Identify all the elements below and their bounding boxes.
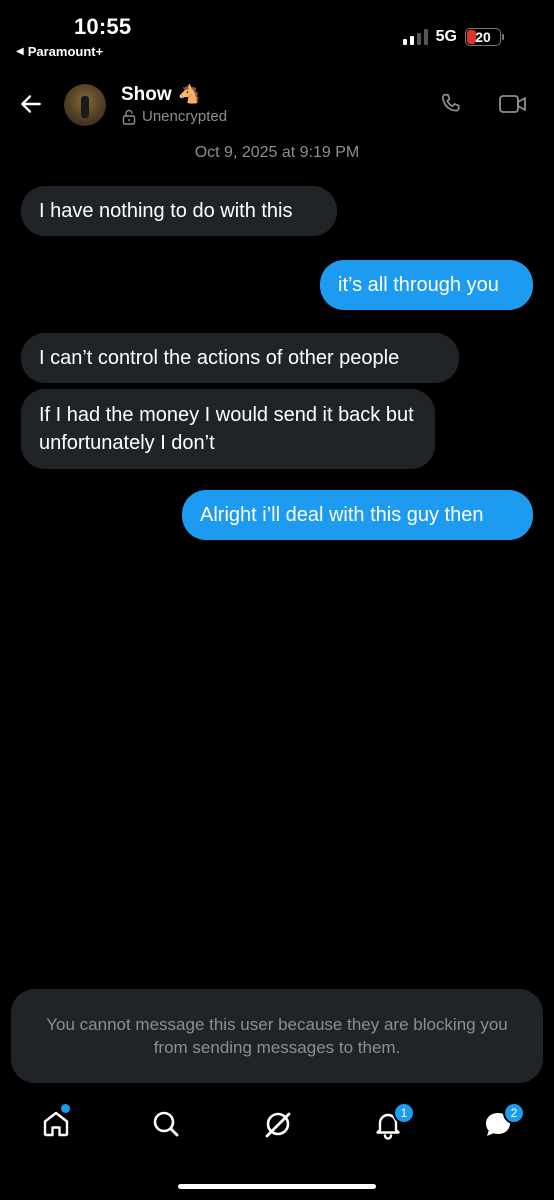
back-arrow-icon[interactable] xyxy=(18,91,44,117)
video-icon[interactable] xyxy=(498,92,528,116)
notifications-badge: 1 xyxy=(393,1102,415,1124)
back-to-app-link[interactable]: ◀ Paramount+ xyxy=(16,44,103,59)
message-incoming[interactable]: I have nothing to do with this xyxy=(21,186,337,236)
search-icon[interactable] xyxy=(150,1108,182,1140)
message-incoming[interactable]: I can’t control the actions of other peo… xyxy=(21,333,459,383)
grok-icon[interactable] xyxy=(262,1108,294,1140)
status-indicators: 5G 20 xyxy=(402,28,504,46)
contact-name[interactable]: Show xyxy=(121,84,172,106)
home-new-dot xyxy=(61,1104,70,1113)
status-time: 10:55 xyxy=(74,14,132,39)
thread-date: Oct 9, 2025 at 9:19 PM xyxy=(194,144,360,161)
network-type: 5G xyxy=(435,28,457,45)
contact-name-emoji: 🐴 xyxy=(178,84,201,104)
home-indicator[interactable] xyxy=(178,1184,376,1189)
message-outgoing[interactable]: Alright i’ll deal with this guy then xyxy=(182,490,533,540)
blocked-notice: You cannot message this user because the… xyxy=(11,989,543,1083)
battery-icon: 20 xyxy=(465,28,501,46)
battery-level: 20 xyxy=(475,29,491,45)
cellular-signal-icon xyxy=(402,29,428,45)
message-incoming[interactable]: If I had the money I would send it back … xyxy=(21,389,435,469)
lock-open-icon xyxy=(122,109,136,125)
contact-avatar[interactable] xyxy=(64,84,106,126)
messages-badge: 2 xyxy=(503,1102,525,1124)
home-icon[interactable] xyxy=(40,1108,72,1140)
back-triangle-icon: ◀ xyxy=(16,46,24,57)
encryption-label: Unencrypted xyxy=(142,108,228,125)
back-app-label: Paramount+ xyxy=(27,44,104,59)
phone-icon[interactable] xyxy=(438,91,464,117)
message-outgoing[interactable]: it’s all through you xyxy=(320,260,533,310)
encryption-status: Unencrypted xyxy=(122,108,227,125)
